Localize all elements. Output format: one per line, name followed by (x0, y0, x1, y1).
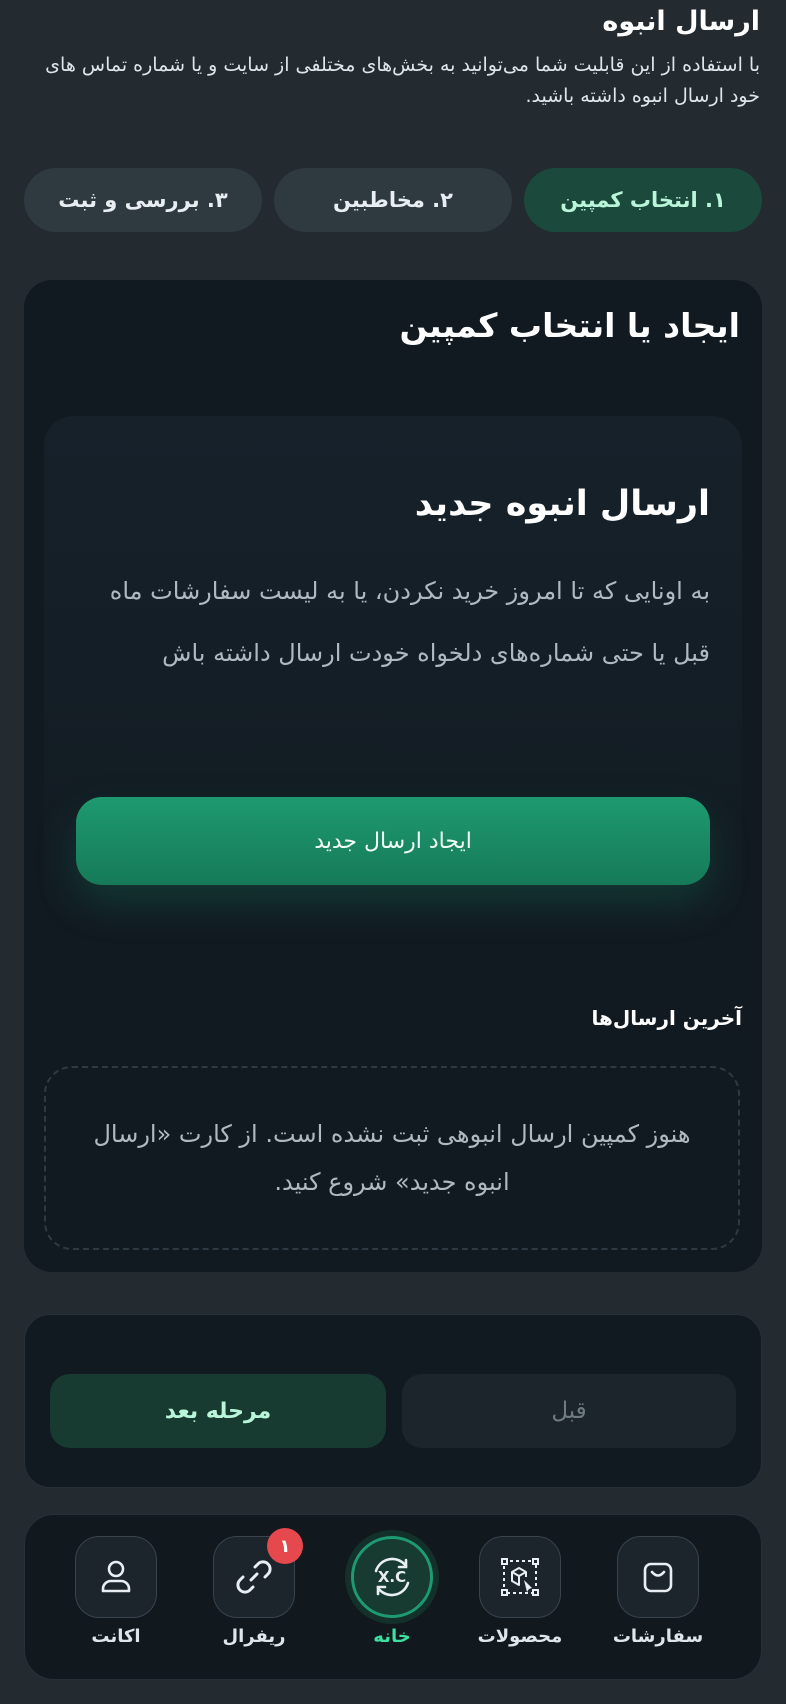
previous-button[interactable]: قبل (402, 1374, 736, 1448)
campaign-card-title: ایجاد یا انتخاب کمپین (399, 306, 740, 345)
xc-logo-text: X.C (378, 1568, 406, 1586)
user-icon (75, 1536, 157, 1618)
tab-account[interactable]: اکانت (61, 1536, 171, 1666)
shopping-bag-icon (617, 1536, 699, 1618)
next-step-button[interactable]: مرحله بعد (50, 1374, 386, 1448)
tab-referral[interactable]: ۱ ریفرال (199, 1528, 309, 1666)
tab-home[interactable]: X.C خانه (337, 1536, 447, 1666)
create-new-send-button[interactable]: ایجاد ارسال جدید (76, 797, 710, 885)
xc-logo-icon: X.C (351, 1536, 433, 1618)
box-select-icon (479, 1536, 561, 1618)
step-indicator: ۱. انتخاب کمپین ۲. مخاطبین ۳. بررسی و ثب… (24, 168, 762, 232)
recent-sends-empty-state: هنوز کمپین ارسال انبوهی ثبت نشده است. از… (44, 1066, 740, 1250)
page-title: ارسال انبوه (602, 6, 760, 37)
tab-account-label: اکانت (91, 1626, 141, 1647)
new-send-title: ارسال انبوه جدید (414, 484, 710, 524)
tab-referral-label: ریفرال (222, 1626, 286, 1647)
tab-orders[interactable]: سفارشات (603, 1536, 713, 1666)
referral-notification-badge: ۱ (267, 1528, 303, 1564)
tab-products-label: محصولات (477, 1626, 563, 1647)
page-description: با استفاده از این قابلیت شما می‌توانید ب… (45, 54, 760, 107)
tab-home-label: خانه (373, 1626, 411, 1647)
tab-products[interactable]: محصولات (465, 1536, 575, 1666)
new-send-description: به اونایی که تا امروز خرید نکردن، یا به … (109, 577, 710, 667)
recent-sends-title: آخرین ارسال‌ها (591, 1006, 742, 1030)
empty-state-text: هنوز کمپین ارسال انبوهی ثبت نشده است. از… (93, 1120, 691, 1196)
step-review-submit[interactable]: ۳. بررسی و ثبت (24, 168, 262, 232)
tab-orders-label: سفارشات (612, 1626, 704, 1647)
step-select-campaign[interactable]: ۱. انتخاب کمپین (524, 168, 762, 232)
step-contacts[interactable]: ۲. مخاطبین (274, 168, 512, 232)
